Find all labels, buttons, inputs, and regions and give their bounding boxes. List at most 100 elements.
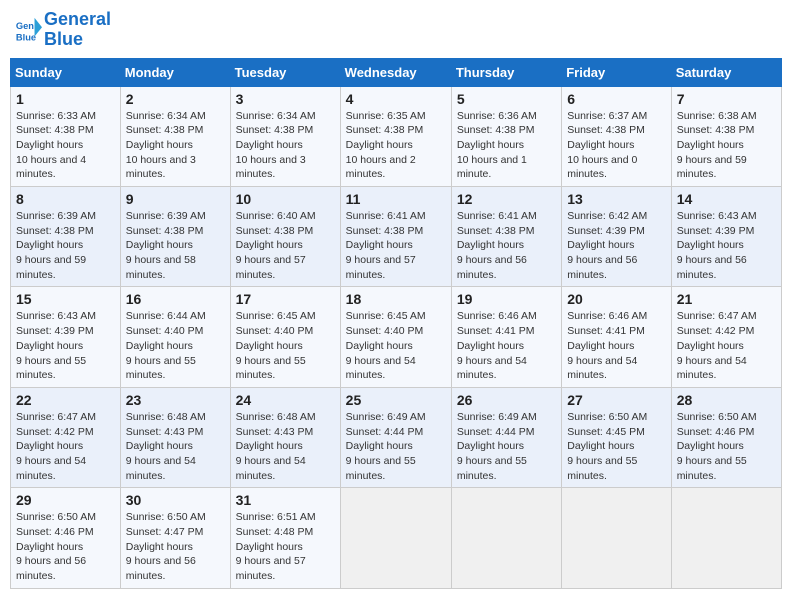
day-number: 24: [236, 392, 335, 408]
calendar-day-header: Monday: [120, 58, 230, 86]
calendar-cell: 23 Sunrise: 6:48 AM Sunset: 4:43 PM Dayl…: [120, 387, 230, 487]
calendar-cell: 25 Sunrise: 6:49 AM Sunset: 4:44 PM Dayl…: [340, 387, 451, 487]
svg-text:Gen: Gen: [16, 21, 34, 31]
day-number: 19: [457, 291, 556, 307]
day-info: Sunrise: 6:45 AM Sunset: 4:40 PM Dayligh…: [236, 309, 335, 382]
day-number: 20: [567, 291, 665, 307]
calendar-cell: 17 Sunrise: 6:45 AM Sunset: 4:40 PM Dayl…: [230, 287, 340, 387]
day-info: Sunrise: 6:41 AM Sunset: 4:38 PM Dayligh…: [457, 209, 556, 282]
day-info: Sunrise: 6:39 AM Sunset: 4:38 PM Dayligh…: [126, 209, 225, 282]
calendar-cell: 8 Sunrise: 6:39 AM Sunset: 4:38 PM Dayli…: [11, 187, 121, 287]
day-info: Sunrise: 6:48 AM Sunset: 4:43 PM Dayligh…: [236, 410, 335, 483]
day-number: 9: [126, 191, 225, 207]
day-info: Sunrise: 6:47 AM Sunset: 4:42 PM Dayligh…: [16, 410, 115, 483]
day-number: 15: [16, 291, 115, 307]
calendar-week-row: 22 Sunrise: 6:47 AM Sunset: 4:42 PM Dayl…: [11, 387, 782, 487]
day-number: 17: [236, 291, 335, 307]
day-info: Sunrise: 6:35 AM Sunset: 4:38 PM Dayligh…: [346, 109, 446, 182]
day-number: 6: [567, 91, 665, 107]
calendar-cell: 3 Sunrise: 6:34 AM Sunset: 4:38 PM Dayli…: [230, 86, 340, 186]
calendar-body: 1 Sunrise: 6:33 AM Sunset: 4:38 PM Dayli…: [11, 86, 782, 588]
calendar-cell: 15 Sunrise: 6:43 AM Sunset: 4:39 PM Dayl…: [11, 287, 121, 387]
day-info: Sunrise: 6:48 AM Sunset: 4:43 PM Dayligh…: [126, 410, 225, 483]
day-number: 7: [677, 91, 776, 107]
calendar-cell: 30 Sunrise: 6:50 AM Sunset: 4:47 PM Dayl…: [120, 488, 230, 588]
page-header: Gen Blue GeneralBlue: [10, 10, 782, 50]
day-info: Sunrise: 6:38 AM Sunset: 4:38 PM Dayligh…: [677, 109, 776, 182]
calendar-cell: 31 Sunrise: 6:51 AM Sunset: 4:48 PM Dayl…: [230, 488, 340, 588]
day-info: Sunrise: 6:34 AM Sunset: 4:38 PM Dayligh…: [236, 109, 335, 182]
day-number: 8: [16, 191, 115, 207]
calendar-cell: 13 Sunrise: 6:42 AM Sunset: 4:39 PM Dayl…: [562, 187, 671, 287]
day-info: Sunrise: 6:50 AM Sunset: 4:47 PM Dayligh…: [126, 510, 225, 583]
calendar-table: SundayMondayTuesdayWednesdayThursdayFrid…: [10, 58, 782, 589]
calendar-cell: 6 Sunrise: 6:37 AM Sunset: 4:38 PM Dayli…: [562, 86, 671, 186]
calendar-cell: 18 Sunrise: 6:45 AM Sunset: 4:40 PM Dayl…: [340, 287, 451, 387]
calendar-cell: 4 Sunrise: 6:35 AM Sunset: 4:38 PM Dayli…: [340, 86, 451, 186]
day-info: Sunrise: 6:46 AM Sunset: 4:41 PM Dayligh…: [567, 309, 665, 382]
day-number: 13: [567, 191, 665, 207]
day-info: Sunrise: 6:45 AM Sunset: 4:40 PM Dayligh…: [346, 309, 446, 382]
day-info: Sunrise: 6:41 AM Sunset: 4:38 PM Dayligh…: [346, 209, 446, 282]
calendar-day-header: Saturday: [671, 58, 781, 86]
day-info: Sunrise: 6:51 AM Sunset: 4:48 PM Dayligh…: [236, 510, 335, 583]
calendar-cell: 14 Sunrise: 6:43 AM Sunset: 4:39 PM Dayl…: [671, 187, 781, 287]
logo: Gen Blue GeneralBlue: [14, 10, 111, 50]
day-number: 26: [457, 392, 556, 408]
calendar-header-row: SundayMondayTuesdayWednesdayThursdayFrid…: [11, 58, 782, 86]
day-number: 29: [16, 492, 115, 508]
day-number: 4: [346, 91, 446, 107]
calendar-cell: 9 Sunrise: 6:39 AM Sunset: 4:38 PM Dayli…: [120, 187, 230, 287]
calendar-cell: 20 Sunrise: 6:46 AM Sunset: 4:41 PM Dayl…: [562, 287, 671, 387]
calendar-cell: 16 Sunrise: 6:44 AM Sunset: 4:40 PM Dayl…: [120, 287, 230, 387]
calendar-cell: 2 Sunrise: 6:34 AM Sunset: 4:38 PM Dayli…: [120, 86, 230, 186]
calendar-cell: 10 Sunrise: 6:40 AM Sunset: 4:38 PM Dayl…: [230, 187, 340, 287]
day-info: Sunrise: 6:33 AM Sunset: 4:38 PM Dayligh…: [16, 109, 115, 182]
day-number: 30: [126, 492, 225, 508]
calendar-day-header: Sunday: [11, 58, 121, 86]
calendar-cell: 28 Sunrise: 6:50 AM Sunset: 4:46 PM Dayl…: [671, 387, 781, 487]
calendar-cell: 29 Sunrise: 6:50 AM Sunset: 4:46 PM Dayl…: [11, 488, 121, 588]
day-number: 22: [16, 392, 115, 408]
day-info: Sunrise: 6:44 AM Sunset: 4:40 PM Dayligh…: [126, 309, 225, 382]
calendar-week-row: 1 Sunrise: 6:33 AM Sunset: 4:38 PM Dayli…: [11, 86, 782, 186]
calendar-cell: 5 Sunrise: 6:36 AM Sunset: 4:38 PM Dayli…: [451, 86, 561, 186]
calendar-cell: 11 Sunrise: 6:41 AM Sunset: 4:38 PM Dayl…: [340, 187, 451, 287]
day-info: Sunrise: 6:36 AM Sunset: 4:38 PM Dayligh…: [457, 109, 556, 182]
day-info: Sunrise: 6:49 AM Sunset: 4:44 PM Dayligh…: [346, 410, 446, 483]
day-info: Sunrise: 6:49 AM Sunset: 4:44 PM Dayligh…: [457, 410, 556, 483]
day-info: Sunrise: 6:39 AM Sunset: 4:38 PM Dayligh…: [16, 209, 115, 282]
logo-text: GeneralBlue: [44, 10, 111, 50]
day-info: Sunrise: 6:40 AM Sunset: 4:38 PM Dayligh…: [236, 209, 335, 282]
day-number: 23: [126, 392, 225, 408]
day-number: 31: [236, 492, 335, 508]
calendar-cell: [451, 488, 561, 588]
calendar-cell: [562, 488, 671, 588]
day-info: Sunrise: 6:50 AM Sunset: 4:45 PM Dayligh…: [567, 410, 665, 483]
day-info: Sunrise: 6:37 AM Sunset: 4:38 PM Dayligh…: [567, 109, 665, 182]
day-number: 5: [457, 91, 556, 107]
calendar-week-row: 8 Sunrise: 6:39 AM Sunset: 4:38 PM Dayli…: [11, 187, 782, 287]
day-number: 2: [126, 91, 225, 107]
svg-text:Blue: Blue: [16, 32, 36, 42]
day-number: 18: [346, 291, 446, 307]
calendar-day-header: Tuesday: [230, 58, 340, 86]
day-info: Sunrise: 6:47 AM Sunset: 4:42 PM Dayligh…: [677, 309, 776, 382]
day-number: 3: [236, 91, 335, 107]
logo-icon: Gen Blue: [14, 16, 42, 44]
day-info: Sunrise: 6:43 AM Sunset: 4:39 PM Dayligh…: [677, 209, 776, 282]
day-number: 1: [16, 91, 115, 107]
calendar-cell: 24 Sunrise: 6:48 AM Sunset: 4:43 PM Dayl…: [230, 387, 340, 487]
day-info: Sunrise: 6:46 AM Sunset: 4:41 PM Dayligh…: [457, 309, 556, 382]
calendar-cell: 7 Sunrise: 6:38 AM Sunset: 4:38 PM Dayli…: [671, 86, 781, 186]
day-number: 27: [567, 392, 665, 408]
day-number: 16: [126, 291, 225, 307]
day-number: 12: [457, 191, 556, 207]
day-number: 25: [346, 392, 446, 408]
calendar-week-row: 29 Sunrise: 6:50 AM Sunset: 4:46 PM Dayl…: [11, 488, 782, 588]
calendar-day-header: Thursday: [451, 58, 561, 86]
day-number: 21: [677, 291, 776, 307]
calendar-week-row: 15 Sunrise: 6:43 AM Sunset: 4:39 PM Dayl…: [11, 287, 782, 387]
calendar-day-header: Friday: [562, 58, 671, 86]
day-info: Sunrise: 6:50 AM Sunset: 4:46 PM Dayligh…: [677, 410, 776, 483]
